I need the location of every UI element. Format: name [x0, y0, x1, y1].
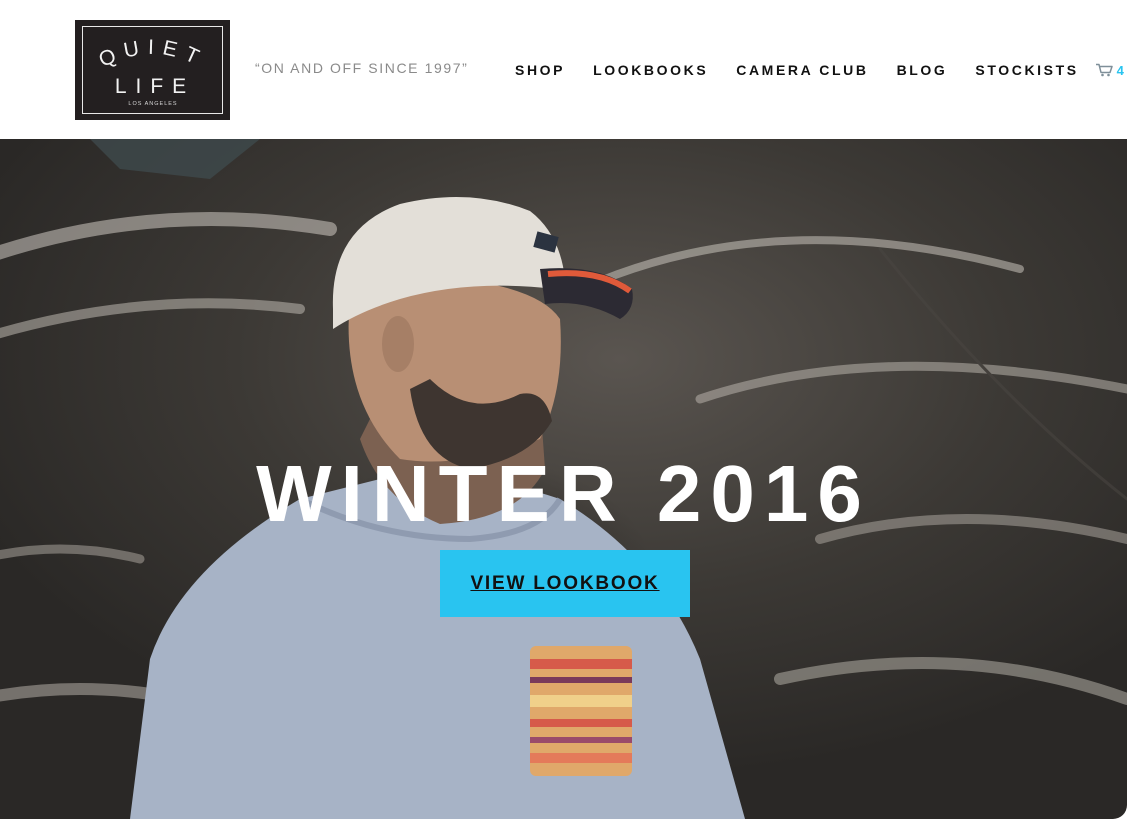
view-lookbook-button[interactable]: VIEW LOOKBOOK — [440, 550, 690, 617]
hero-title: WINTER 2016 — [256, 449, 871, 538]
nav-stockists[interactable]: STOCKISTS — [975, 62, 1078, 78]
nav-lookbooks[interactable]: LOOKBOOKS — [593, 62, 708, 78]
logo-top-text: QUIET — [95, 36, 201, 72]
logo-mark: QUIET LIFE LOS ANGELES — [95, 36, 209, 107]
nav-camera-club[interactable]: CAMERA CLUB — [736, 62, 868, 78]
quiet-life-logo[interactable]: QUIET LIFE LOS ANGELES — [75, 20, 230, 120]
cart-count: 4 — [1116, 62, 1124, 78]
hero-banner: WINTER 2016 VIEW LOOKBOOK — [0, 139, 1127, 819]
site-header: QUIET LIFE LOS ANGELES “ON AND OFF SINCE… — [0, 0, 1127, 139]
tagline: “ON AND OFF SINCE 1997” — [255, 60, 469, 76]
main-nav: SHOP LOOKBOOKS CAMERA CLUB BLOG STOCKIST… — [515, 60, 1124, 80]
view-lookbook-label: VIEW LOOKBOOK — [470, 572, 660, 594]
cart-icon — [1095, 63, 1113, 77]
logo-middle-text: LIFE — [115, 75, 195, 98]
logo-bottom-text: LOS ANGELES — [128, 101, 177, 107]
pocket-pattern — [530, 646, 632, 776]
svg-text:QUIET: QUIET — [95, 36, 209, 72]
nav-shop[interactable]: SHOP — [515, 62, 565, 78]
cart-button[interactable]: 4 — [1095, 63, 1124, 78]
nav-blog[interactable]: BLOG — [897, 62, 948, 78]
